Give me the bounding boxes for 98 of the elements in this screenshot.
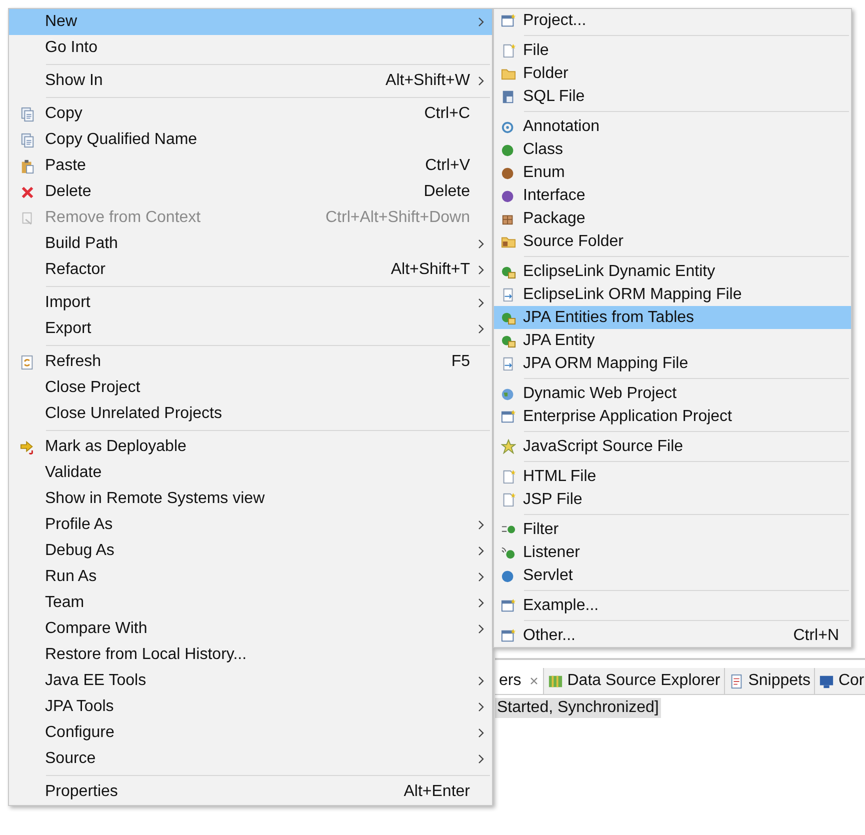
close-icon[interactable] [529,676,540,686]
menu-item[interactable]: HTML File [494,465,851,488]
ring-icon [501,119,516,134]
menu-item[interactable]: JPA Tools [9,694,492,720]
menu-item[interactable]: Listener [494,541,851,564]
document-icon [501,469,516,484]
chevron-right-icon [477,545,485,557]
chevron-right-icon [477,597,485,609]
menu-item[interactable]: Compare With [9,616,492,642]
menu-item[interactable]: Folder [494,62,851,85]
view-tab[interactable]: Cor [815,668,865,694]
menu-item[interactable]: Dynamic Web Project [494,382,851,405]
menu-item[interactable]: Example... [494,594,851,617]
chevron-right-icon [477,701,485,713]
chevron-right-icon [477,727,485,739]
document-icon [20,210,34,226]
menu-item[interactable]: Show In Alt+Shift+W [9,68,492,94]
menu-item[interactable]: Profile As [9,512,492,538]
menu-item[interactable]: Java EE Tools [9,668,492,694]
circle-grid-icon [501,264,516,279]
menu-item[interactable]: Package [494,207,851,230]
menu-item[interactable]: Go Into [9,35,492,61]
view-tab[interactable]: Data Source Explorer [544,668,726,694]
document-icon [501,492,516,507]
chevron-right-icon [477,519,485,531]
window-icon [501,598,516,613]
menu-item[interactable]: Team [9,590,492,616]
menu-item[interactable]: Configure [9,720,492,746]
menu-item[interactable]: Debug As [9,538,492,564]
menu-item[interactable]: EclipseLink ORM Mapping File [494,283,851,306]
menu-item[interactable]: JPA ORM Mapping File [494,352,851,375]
menu-item[interactable]: JSP File [494,488,851,511]
window-icon [501,13,516,28]
clipboard-icon [20,158,34,174]
menu-item[interactable]: Close Unrelated Projects [9,401,492,427]
chevron-right-icon [477,297,485,309]
window-icon [501,628,516,643]
arrow-icon [20,440,34,454]
chevron-right-icon [477,571,485,583]
menu-item[interactable]: Servlet [494,564,851,587]
circle-grid-icon [501,310,516,325]
signal-circle-icon [501,545,516,560]
menu-item[interactable]: Run As [9,564,492,590]
menu-item[interactable]: JavaScript Source File [494,435,851,458]
chevron-right-icon [477,75,485,87]
star-icon [501,439,516,454]
menu-item[interactable]: SQL File [494,85,851,108]
globe-icon [501,386,516,401]
menu-item[interactable]: Project... [494,9,851,32]
menu-item[interactable]: Mark as Deployable [9,434,492,460]
menu-item[interactable]: Filter [494,518,851,541]
window-icon [501,409,516,424]
menu-item[interactable]: JPA Entities from Tables [494,306,851,329]
menu-item[interactable]: Source [9,746,492,772]
menu-item[interactable]: Copy Qualified Name [9,127,492,153]
server-status: Started, Synchronized] [495,698,661,718]
chevron-right-icon [477,238,485,250]
menu-item[interactable]: Refactor Alt+Shift+T [9,257,492,283]
menu-item[interactable]: File [494,39,851,62]
menu-item[interactable]: Paste Ctrl+V [9,153,492,179]
copy-icon [20,106,34,122]
menu-item[interactable]: Export [9,316,492,342]
chevron-right-icon [477,753,485,765]
menu-item[interactable]: Show in Remote Systems view [9,486,492,512]
cross-icon [20,184,34,200]
menu-item[interactable]: Delete Delete [9,179,492,205]
menu-item[interactable]: Close Project [9,375,492,401]
menu-item[interactable]: Properties Alt+Enter [9,779,492,805]
document-icon [501,43,516,58]
menu-item[interactable]: Restore from Local History... [9,642,492,668]
menu-item[interactable]: Validate [9,460,492,486]
table-icon [501,89,516,104]
menu-item[interactable]: Refresh F5 [9,349,492,375]
monitor-icon [819,674,834,688]
chevron-right-icon [477,675,485,687]
menu-item[interactable]: Other... Ctrl+N [494,624,851,647]
map-icon [548,674,564,688]
chevron-right-icon [477,323,485,335]
view-tab[interactable]: Snippets [725,668,816,694]
menu-item[interactable]: New [9,9,492,35]
menu-item[interactable]: Annotation [494,115,851,138]
menu-item[interactable]: Build Path [9,231,492,257]
chevron-right-icon [477,623,485,635]
menu-item[interactable]: Import [9,290,492,316]
menu-item[interactable]: JPA Entity [494,329,851,352]
menu-item[interactable]: Class [494,138,851,161]
menu-item[interactable]: Interface [494,184,851,207]
menu-item[interactable]: Copy Ctrl+C [9,101,492,127]
menu-item[interactable]: Source Folder [494,230,851,253]
menu-item[interactable]: Enum [494,161,851,184]
chevron-right-icon [477,16,485,28]
circle-grid-icon [501,333,516,348]
menu-item[interactable]: Enterprise Application Project [494,405,851,428]
refresh-icon [20,354,34,370]
document-icon [729,674,744,688]
copy-icon [20,132,34,148]
chevron-right-icon [477,264,485,276]
menu-item[interactable]: EclipseLink Dynamic Entity [494,260,851,283]
